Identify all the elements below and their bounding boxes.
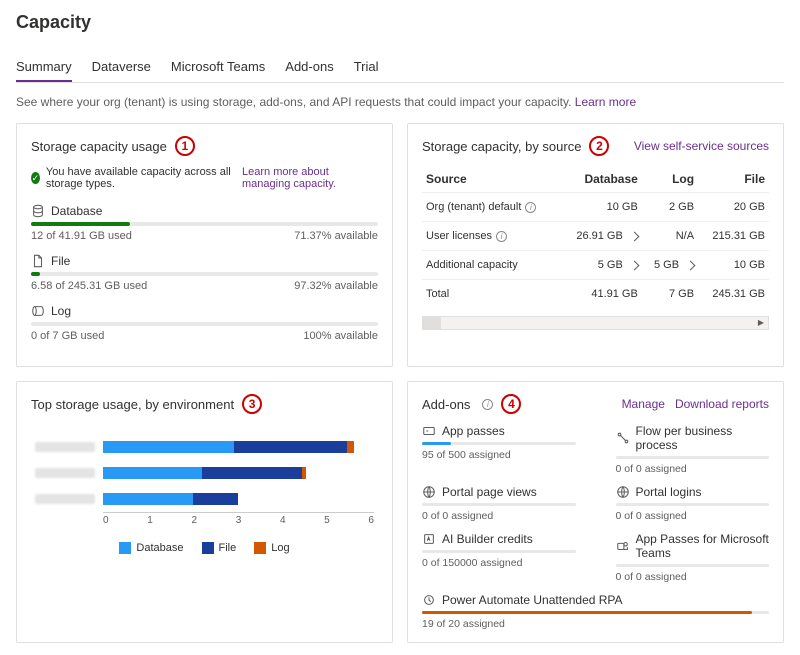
database-icon — [31, 204, 45, 218]
chart-bar — [35, 460, 374, 486]
log-icon — [31, 304, 45, 318]
page-title: Capacity — [16, 12, 784, 33]
globe-icon — [616, 485, 630, 499]
annotation-badge-3: 3 — [242, 394, 262, 414]
chevron-right-icon[interactable] — [629, 260, 639, 270]
storage-item-log: Log 0 of 7 GB used100% available — [31, 304, 378, 342]
table-row: Org (tenant) defaulti 10 GB 2 GB 20 GB — [422, 193, 769, 222]
col-file: File — [698, 166, 769, 193]
tab-summary[interactable]: Summary — [16, 53, 72, 82]
addon-flow-per-business-process: Flow per business process 0 of 0 assigne… — [616, 424, 770, 475]
learn-more-link[interactable]: Learn more — [575, 95, 636, 109]
info-icon[interactable]: i — [482, 399, 493, 410]
rpa-icon — [422, 593, 436, 607]
checkmark-icon: ✓ — [31, 172, 40, 184]
col-source: Source — [422, 166, 561, 193]
capacity-ok-text: You have available capacity across all s… — [46, 166, 236, 190]
source-table: SourceDatabaseLogFile Org (tenant) defau… — [422, 166, 769, 308]
storage-item-file: File 6.58 of 245.31 GB used97.32% availa… — [31, 254, 378, 292]
by-source-title: Storage capacity, by source — [422, 139, 581, 154]
table-row: Additional capacity 5 GB 5 GB 10 GB — [422, 251, 769, 280]
chart-bar — [35, 434, 374, 460]
env-label — [35, 494, 95, 504]
env-label — [35, 442, 95, 452]
manage-link[interactable]: Manage — [622, 397, 665, 411]
chevron-right-icon[interactable] — [686, 260, 696, 270]
ai-icon — [422, 532, 436, 546]
tab-add-ons[interactable]: Add-ons — [285, 53, 333, 82]
self-service-link[interactable]: View self-service sources — [634, 139, 769, 153]
annotation-badge-4: 4 — [501, 394, 521, 414]
tab-dataverse[interactable]: Dataverse — [92, 53, 151, 82]
addons-card: Add-ons i 4 Manage Download reports App … — [407, 381, 784, 643]
annotation-badge-2: 2 — [589, 136, 609, 156]
addon-app-passes-for-microsoft-teams: App Passes for Microsoft Teams 0 of 0 as… — [616, 532, 770, 583]
teams-icon — [616, 539, 630, 553]
top-usage-title: Top storage usage, by environment — [31, 397, 234, 412]
info-icon[interactable]: i — [525, 202, 536, 213]
chevron-right-icon[interactable] — [629, 231, 639, 241]
tab-microsoft-teams[interactable]: Microsoft Teams — [171, 53, 265, 82]
top-usage-chart: 0123456 — [31, 424, 378, 530]
chart-bar — [35, 486, 374, 512]
storage-usage-title: Storage capacity usage — [31, 139, 167, 154]
table-row: User licensesi 26.91 GB N/A 215.31 GB — [422, 222, 769, 251]
download-reports-link[interactable]: Download reports — [675, 397, 769, 411]
tabs: Summary Dataverse Microsoft Teams Add-ons Tr… — [16, 53, 784, 83]
manage-capacity-link[interactable]: Learn more about managing capacity. — [242, 166, 378, 190]
addon-portal-logins: Portal logins 0 of 0 assigned — [616, 485, 770, 522]
by-source-card: Storage capacity, by source 2 View self-… — [407, 123, 784, 367]
chart-legend: Database File Log — [31, 542, 378, 554]
page-description: See where your org (tenant) is using sto… — [16, 95, 784, 109]
addons-title: Add-ons — [422, 397, 470, 412]
storage-item-database: Database 12 of 41.91 GB used71.37% avail… — [31, 204, 378, 242]
file-icon — [31, 254, 45, 268]
pass-icon — [422, 424, 436, 438]
flow-icon — [616, 431, 630, 445]
horizontal-scrollbar[interactable] — [422, 316, 769, 330]
addon-app-passes: App passes 95 of 500 assigned — [422, 424, 576, 475]
col-log: Log — [642, 166, 698, 193]
addon-ai-builder-credits: AI Builder credits 0 of 150000 assigned — [422, 532, 576, 583]
table-row: Total 41.91 GB 7 GB 245.31 GB — [422, 280, 769, 309]
globe-icon — [422, 485, 436, 499]
info-icon[interactable]: i — [496, 231, 507, 242]
tab-trial[interactable]: Trial — [354, 53, 379, 82]
x-axis: 0123456 — [103, 512, 374, 526]
storage-usage-card: Storage capacity usage 1 ✓ You have avai… — [16, 123, 393, 367]
addon-portal-page-views: Portal page views 0 of 0 assigned — [422, 485, 576, 522]
env-label — [35, 468, 95, 478]
col-database: Database — [561, 166, 642, 193]
annotation-badge-1: 1 — [175, 136, 195, 156]
top-usage-card: Top storage usage, by environment 3 0123… — [16, 381, 393, 643]
